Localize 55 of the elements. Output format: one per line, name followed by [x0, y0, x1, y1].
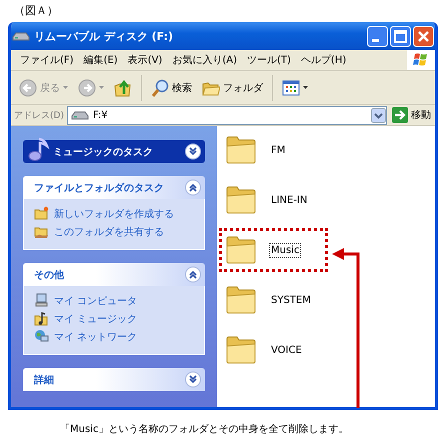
go-button[interactable]: 移動 [390, 106, 433, 124]
menu-item[interactable]: お気に入り(A) [167, 53, 242, 67]
maximize-button[interactable] [390, 26, 411, 46]
close-button[interactable] [413, 26, 434, 46]
folder-name[interactable]: SYSTEM [269, 292, 313, 308]
view-grid-icon [282, 78, 300, 96]
address-field[interactable]: F:¥ [66, 106, 387, 124]
folder-name[interactable]: VOICE [269, 342, 304, 358]
music-folder-icon [34, 311, 49, 326]
folder-name[interactable]: FM [269, 142, 288, 158]
caret-icon [99, 86, 104, 90]
collapse-chevron-icon[interactable] [185, 266, 201, 283]
panel-header[interactable]: その他 [23, 263, 205, 286]
panel-header[interactable]: ミュージックのタスク [23, 140, 205, 163]
minimize-button[interactable] [367, 26, 388, 46]
folder-icon[interactable] [225, 134, 257, 166]
folders-button[interactable]: フォルダ [198, 76, 267, 98]
computer-icon [34, 293, 49, 308]
folder-icon[interactable] [225, 334, 257, 366]
task-link[interactable]: このフォルダを共有する [54, 224, 164, 238]
menu-item[interactable]: ツール(T) [242, 53, 296, 67]
expand-chevron-icon[interactable] [185, 143, 201, 160]
folder-icon[interactable] [225, 284, 257, 316]
search-button[interactable]: 検索 [147, 76, 196, 98]
menu-item[interactable]: 表示(V) [122, 53, 168, 67]
new-folder-icon [34, 206, 49, 221]
menu-item[interactable]: ヘルプ(H) [296, 53, 352, 67]
task-link[interactable]: マイ ネットワーク [54, 330, 138, 344]
figure-label: （図Ａ） [13, 3, 59, 19]
dropdown-button[interactable] [371, 108, 386, 122]
collapse-chevron-icon[interactable] [185, 179, 201, 196]
magnifier-icon [151, 78, 169, 96]
network-globe-icon [34, 329, 49, 344]
folder-name[interactable]: Music [269, 242, 302, 258]
caret-icon [63, 86, 68, 90]
arrow-right-icon [392, 107, 408, 123]
caret-icon [303, 86, 308, 90]
menu-item[interactable]: ファイル(F) [15, 53, 79, 67]
folder-up-icon [114, 78, 132, 96]
window-title: リムーバブル ディスク (F:) [34, 28, 174, 44]
panel-header[interactable]: 詳細 [23, 368, 205, 391]
task-link[interactable]: 新しいフォルダを作成する [54, 206, 174, 220]
folder-icon[interactable] [225, 234, 257, 266]
menu-item[interactable]: 編集(E) [78, 53, 123, 67]
windows-flag-icon [407, 50, 435, 70]
address-label: アドレス(D) [14, 110, 64, 122]
folder-icon[interactable] [225, 184, 257, 216]
caption-text: 「Music」という名称のフォルダとその中身を全て削除します。 [59, 422, 350, 436]
task-link[interactable]: マイ コンピュータ [54, 294, 138, 308]
expand-chevron-icon[interactable] [185, 371, 201, 388]
drive-icon [12, 30, 30, 42]
task-link[interactable]: マイ ミュージック [54, 312, 138, 326]
folder-name[interactable]: LINE-IN [269, 192, 310, 208]
panel-header[interactable]: ファイルとフォルダのタスク [23, 176, 205, 199]
drive-icon [70, 110, 89, 120]
